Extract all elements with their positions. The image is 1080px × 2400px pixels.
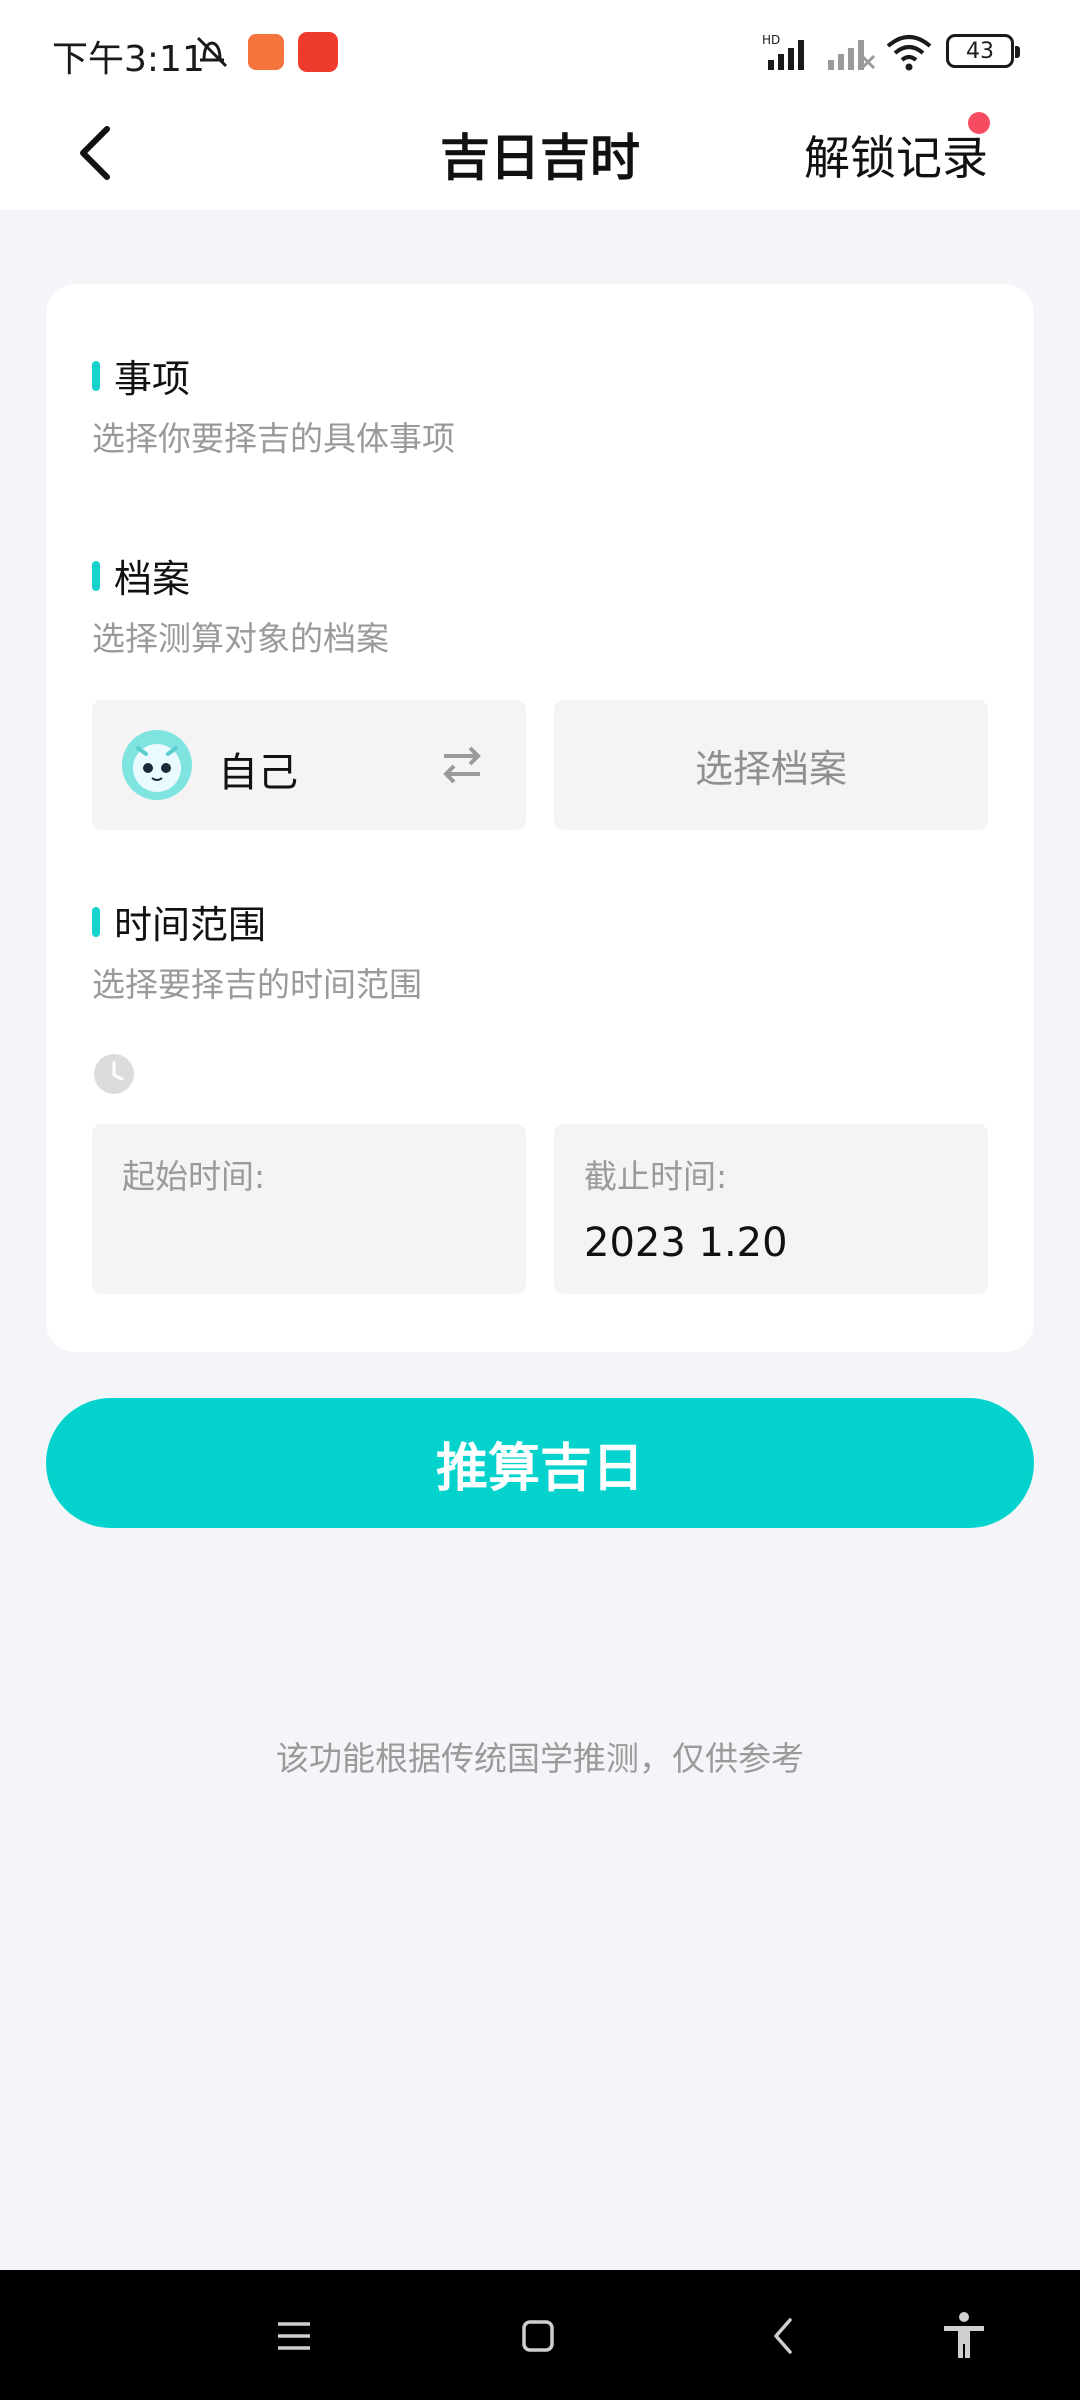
unlock-records-link[interactable]: 解锁记录 bbox=[804, 122, 988, 188]
swap-icon[interactable] bbox=[438, 742, 486, 788]
hd-signal-icon: HD bbox=[762, 33, 804, 70]
clock-icon bbox=[94, 1054, 134, 1094]
wifi-icon bbox=[886, 35, 932, 71]
choose-profile-button[interactable]: 选择档案 bbox=[554, 700, 988, 830]
profile-subtitle: 选择测算对象的档案 bbox=[92, 619, 389, 658]
mute-icon bbox=[196, 36, 228, 68]
start-time-label: 起始时间: bbox=[122, 1157, 266, 1196]
form-card: 事项 选择你要择吉的具体事项 档案 选择测算对象的档案 自己 选择档案 时间范围… bbox=[46, 284, 1034, 1352]
battery-icon: 43 bbox=[946, 34, 1020, 68]
profile-section-title: 档案 bbox=[92, 548, 190, 603]
battery-level: 43 bbox=[966, 38, 994, 64]
end-time-field[interactable]: 截止时间: 2023 1.20 bbox=[554, 1124, 988, 1294]
back-nav-icon[interactable] bbox=[756, 2308, 812, 2364]
screen: 下午3:11 HD 43 吉日吉时 解锁记录 事项 选择你要择吉的具体事项 档案… bbox=[0, 0, 1080, 2400]
system-navigation-bar bbox=[0, 2270, 1080, 2400]
start-time-field[interactable]: 起始时间: bbox=[92, 1124, 526, 1294]
selected-profile[interactable]: 自己 bbox=[92, 700, 526, 830]
disclaimer-text: 该功能根据传统国学推测，仅供参考 bbox=[276, 1739, 804, 1778]
header: 吉日吉时 解锁记录 bbox=[0, 96, 1080, 210]
accent-bar bbox=[92, 560, 100, 591]
avatar-icon bbox=[133, 744, 181, 792]
accent-bar bbox=[92, 360, 100, 391]
app-notification-icon bbox=[248, 34, 284, 70]
status-bar: 下午3:11 HD 43 bbox=[0, 0, 1080, 96]
profile-name: 自己 bbox=[218, 750, 298, 796]
accessibility-icon[interactable] bbox=[936, 2308, 992, 2364]
svg-text:HD: HD bbox=[762, 33, 780, 47]
status-time: 下午3:11 bbox=[52, 39, 205, 80]
end-time-value: 2023 1.20 bbox=[584, 1220, 788, 1266]
app-notification-icon bbox=[298, 32, 338, 72]
end-time-label: 截止时间: bbox=[584, 1157, 728, 1196]
matter-title: 事项 bbox=[114, 357, 191, 401]
time-range-section-title: 时间范围 bbox=[92, 894, 266, 949]
time-range-subtitle: 选择要择吉的时间范围 bbox=[92, 965, 422, 1004]
matter-section-title[interactable]: 事项 bbox=[92, 348, 190, 403]
avatar bbox=[122, 730, 192, 800]
menu-icon[interactable] bbox=[266, 2308, 322, 2364]
home-icon[interactable] bbox=[510, 2308, 566, 2364]
matter-subtitle[interactable]: 选择你要择吉的具体事项 bbox=[92, 412, 455, 460]
profile-title: 档案 bbox=[114, 557, 191, 601]
time-range-title: 时间范围 bbox=[114, 903, 267, 947]
notification-dot bbox=[968, 112, 990, 134]
no-signal-icon bbox=[828, 40, 876, 70]
calculate-button[interactable]: 推算吉日 bbox=[46, 1398, 1034, 1528]
accent-bar bbox=[92, 906, 100, 937]
